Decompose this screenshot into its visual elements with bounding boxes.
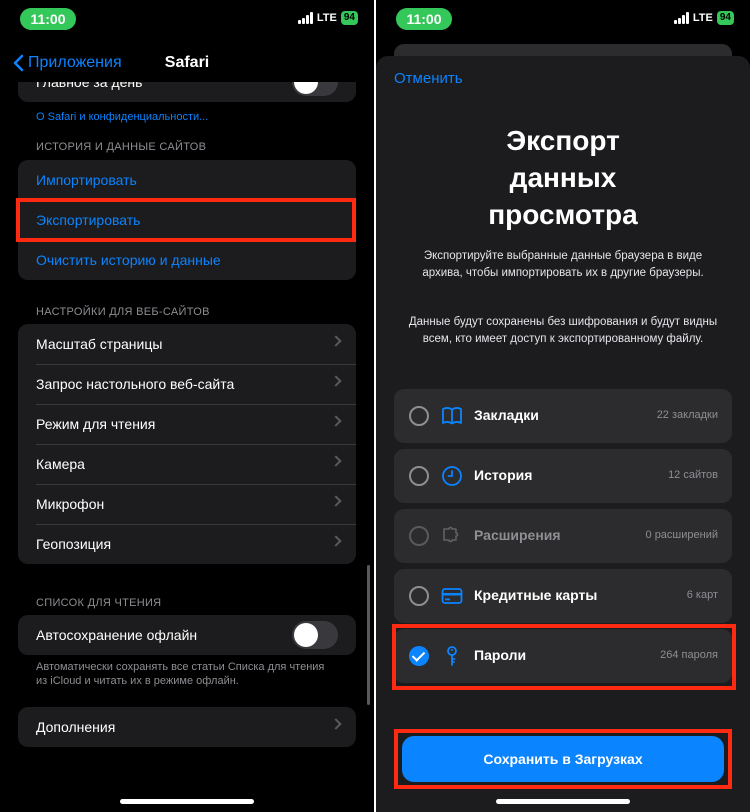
history-section-header: ИСТОРИЯ И ДАННЫЕ САЙТОВ — [36, 141, 207, 153]
microphone-row[interactable]: Микрофон — [18, 484, 356, 524]
extras-label: Дополнения — [36, 719, 116, 735]
export-sheet-screen: 11:00 LTE 94 Отменить Экспорт данных про… — [376, 0, 750, 812]
option-label: Расширения — [474, 527, 561, 543]
chevron-right-icon — [330, 455, 342, 467]
extras-row[interactable]: Дополнения — [18, 707, 356, 747]
camera-row[interactable]: Камера — [18, 444, 356, 484]
status-indicators: LTE 94 — [297, 11, 358, 25]
reading-section-header: СПИСОК ДЛЯ ЧТЕНИЯ — [36, 597, 162, 609]
chevron-right-icon — [330, 375, 342, 387]
privacy-link[interactable]: О Safari и конфиденциальности... — [36, 110, 336, 124]
sheet-title: Экспорт данных просмотра — [376, 122, 750, 233]
radio-button[interactable] — [409, 406, 429, 426]
status-bar: 11:00 LTE 94 — [376, 8, 750, 30]
nav-bar: Приложения Safari — [0, 44, 374, 82]
clear-history-row[interactable]: Очистить историю и данные — [18, 240, 356, 280]
camera-label: Камера — [36, 456, 85, 472]
websites-group: Масштаб страницы Запрос настольного веб-… — [18, 324, 356, 564]
page-zoom-label: Масштаб страницы — [36, 336, 163, 352]
location-label: Геопозиция — [36, 536, 112, 552]
home-indicator — [120, 799, 254, 804]
title-line-2: данных — [509, 162, 617, 193]
option-count: 0 расширений — [645, 529, 718, 541]
radio-button[interactable] — [409, 586, 429, 606]
chevron-right-icon — [330, 535, 342, 547]
scroll-indicator — [367, 565, 370, 705]
option-credit-cards[interactable]: Кредитные карты 6 карт — [394, 569, 732, 623]
offline-toggle[interactable] — [292, 621, 338, 649]
credit-card-icon — [441, 588, 463, 604]
reader-label: Режим для чтения — [36, 416, 156, 432]
chevron-right-icon — [330, 335, 342, 347]
status-indicators: LTE 94 — [673, 11, 734, 25]
chevron-right-icon — [330, 495, 342, 507]
reader-row[interactable]: Режим для чтения — [18, 404, 356, 444]
status-time: 11:00 — [396, 8, 452, 30]
option-count: 22 закладки — [656, 409, 718, 421]
title-line-3: просмотра — [488, 199, 638, 230]
home-indicator — [496, 799, 630, 804]
option-count: 12 сайтов — [668, 469, 718, 481]
desktop-site-label: Запрос настольного веб-сайта — [36, 376, 235, 392]
import-row[interactable]: Импортировать — [18, 160, 356, 200]
export-sheet: Отменить Экспорт данных просмотра Экспор… — [376, 56, 750, 812]
option-history[interactable]: История 12 сайтов — [394, 449, 732, 503]
extras-group: Дополнения — [18, 707, 356, 747]
offline-footnote: Автоматически сохранять все статьи Списк… — [36, 661, 325, 687]
option-extensions: Расширения 0 расширений — [394, 509, 732, 563]
radio-button — [409, 526, 429, 546]
cancel-button[interactable]: Отменить — [394, 70, 463, 87]
chevron-right-icon — [330, 718, 342, 730]
microphone-label: Микрофон — [36, 496, 105, 512]
reading-group: Автосохранение офлайн — [18, 615, 356, 655]
option-count: 6 карт — [686, 589, 718, 601]
option-label: История — [474, 467, 533, 483]
offline-label: Автосохранение офлайн — [36, 627, 198, 643]
export-highlight — [16, 198, 356, 242]
option-label: Закладки — [474, 407, 539, 423]
battery-icon: 94 — [340, 11, 358, 25]
network-label: LTE — [316, 12, 337, 24]
desktop-site-row[interactable]: Запрос настольного веб-сайта — [18, 364, 356, 404]
signal-icon — [297, 12, 313, 24]
chevron-right-icon — [330, 415, 342, 427]
sheet-description: Экспортируйте выбранные данные браузера … — [422, 250, 704, 279]
clock-icon — [442, 466, 462, 486]
option-bookmarks[interactable]: Закладки 22 закладки — [394, 389, 732, 443]
websites-section-header: НАСТРОЙКИ ДЛЯ ВЕБ-САЙТОВ — [36, 306, 210, 318]
book-icon — [442, 407, 462, 425]
status-bar: 11:00 LTE 94 — [0, 8, 374, 30]
battery-icon: 94 — [716, 11, 734, 25]
status-time: 11:00 — [20, 8, 76, 30]
location-row[interactable]: Геопозиция — [18, 524, 356, 564]
puzzle-icon — [443, 526, 459, 543]
page-zoom-row[interactable]: Масштаб страницы — [18, 324, 356, 364]
option-label: Кредитные карты — [474, 587, 598, 603]
sheet-warning: Данные будут сохранены без шифрования и … — [408, 316, 718, 345]
title-line-1: Экспорт — [506, 125, 620, 156]
offline-row: Автосохранение офлайн — [18, 615, 356, 655]
passwords-highlight — [392, 624, 736, 690]
radio-button[interactable] — [409, 466, 429, 486]
save-to-downloads-button[interactable]: Сохранить в Загрузках — [402, 736, 724, 782]
page-title: Safari — [164, 54, 210, 71]
signal-icon — [673, 12, 689, 24]
network-label: LTE — [692, 12, 713, 24]
safari-settings-screen: 11:00 LTE 94 Главное за день Приложения … — [0, 0, 374, 812]
